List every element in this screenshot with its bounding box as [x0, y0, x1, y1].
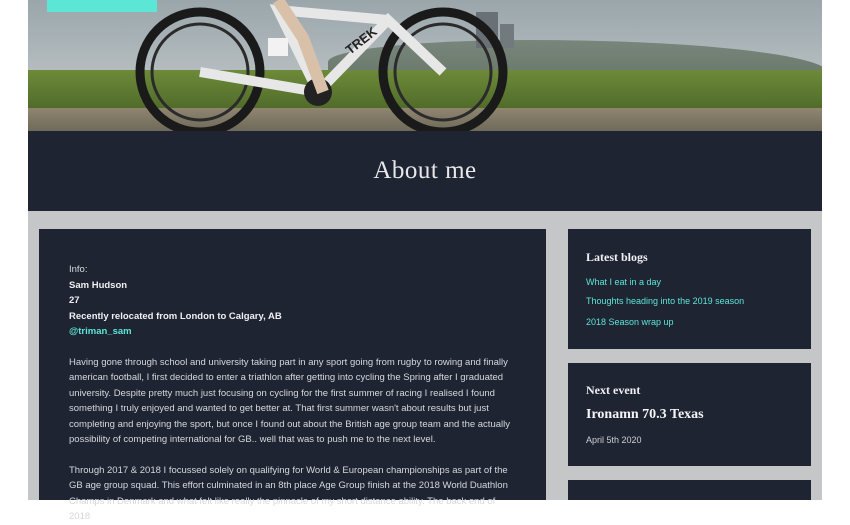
rear-wheel	[135, 7, 265, 131]
page-frame: TREK About me Info: Sam Hudson 27 Recent…	[28, 0, 822, 522]
bicycle-illustration: TREK	[135, 0, 508, 131]
bio-paragraph: Through 2017 & 2018 I focussed solely on…	[69, 464, 508, 523]
profile-age: 27	[69, 295, 80, 306]
hero-image: TREK	[28, 0, 822, 131]
profile-location: Recently relocated from London to Calgar…	[69, 310, 282, 322]
latest-blogs-heading: Latest blogs	[586, 250, 648, 264]
next-event-card: Next event Ironamn 70.3 Texas April 5th …	[568, 363, 811, 466]
profile-name: Sam Hudson	[69, 279, 128, 291]
blog-link[interactable]: Thoughts heading into the 2019 season	[586, 296, 744, 306]
rider-shoe	[268, 38, 288, 56]
about-header: About me	[28, 131, 822, 211]
info-label: Info:	[69, 264, 88, 275]
bio-paragraph: Having gone through school and universit…	[69, 356, 510, 446]
blog-link[interactable]: What I eat in a day	[586, 277, 661, 287]
blog-link[interactable]: 2018 Season wrap up	[586, 317, 674, 327]
latest-blogs-card: Latest blogs What I eat in a day Thought…	[568, 229, 811, 349]
about-content: Info: Sam Hudson 27 Recently relocated f…	[69, 262, 519, 525]
page-title: About me	[373, 157, 477, 184]
next-event-heading: Next event	[586, 383, 641, 397]
event-date: April 5th 2020	[586, 435, 642, 445]
social-handle-link[interactable]: @triman_sam	[69, 326, 132, 337]
sidebar-card	[568, 480, 811, 500]
about-card: Info: Sam Hudson 27 Recently relocated f…	[39, 229, 546, 522]
event-name: Ironamn 70.3 Texas	[586, 407, 704, 422]
